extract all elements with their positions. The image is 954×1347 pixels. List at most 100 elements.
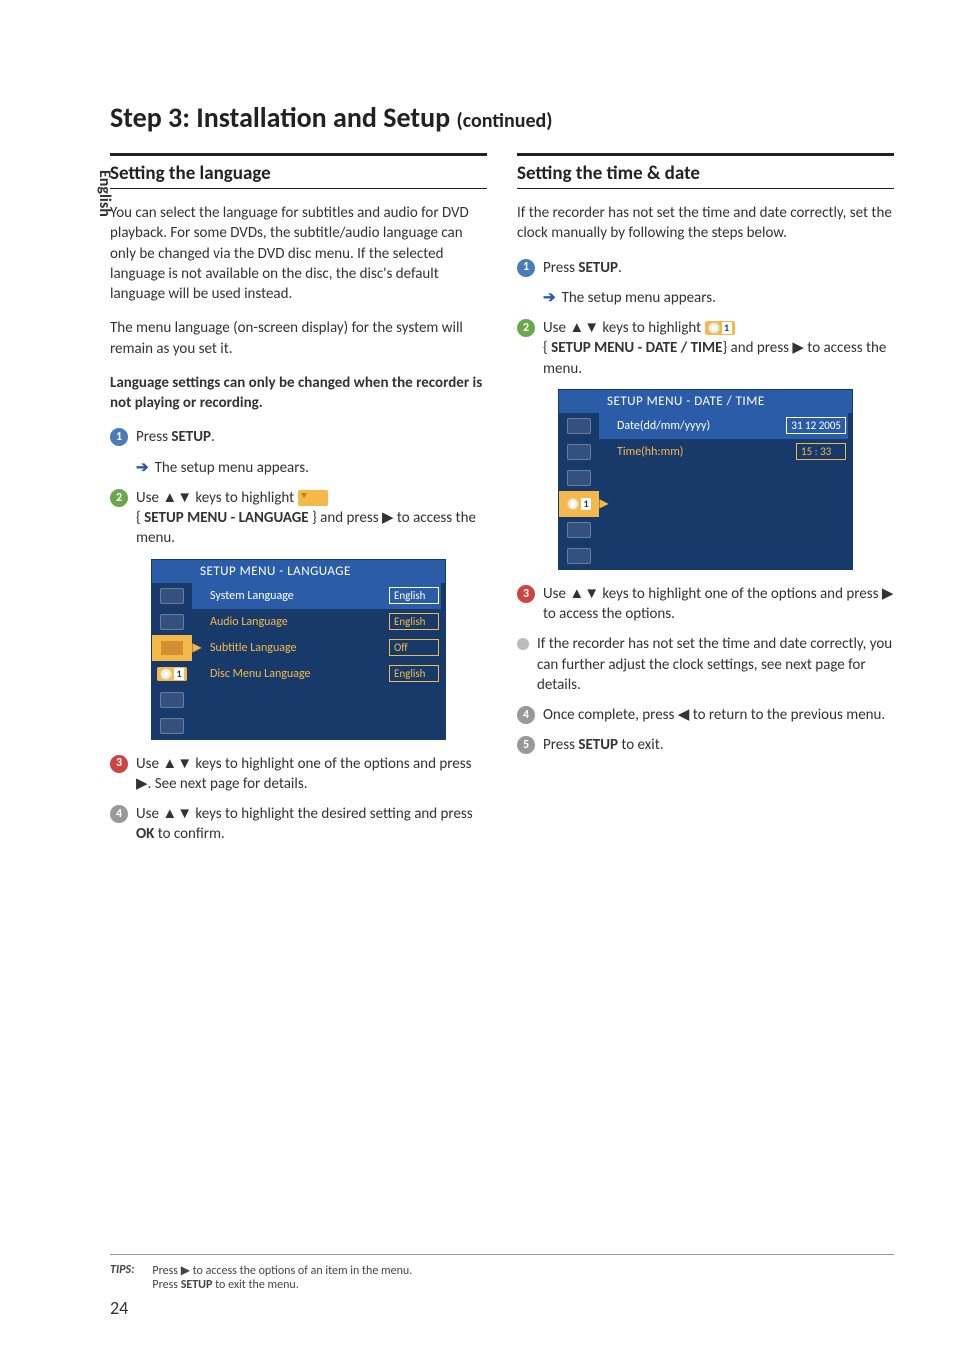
step-badge-3: 3 bbox=[517, 585, 535, 603]
menu-row-audio-language: Audio Language English bbox=[192, 609, 441, 635]
r-step1-c: . bbox=[618, 259, 622, 277]
caret-icon: ▶ bbox=[192, 640, 202, 655]
r-step5-b: SETUP bbox=[578, 736, 618, 754]
step-badge-5: 5 bbox=[517, 736, 535, 754]
menu-tab-icon-5 bbox=[160, 692, 184, 708]
result-arrow-icon: ➔ bbox=[136, 458, 149, 478]
step-1-r: 1 Press SETUP. bbox=[517, 258, 894, 278]
title-continued: (continued) bbox=[456, 109, 552, 133]
bullet-text: If the recorder has not set the time and… bbox=[537, 634, 894, 695]
step4-text-c: to confirm. bbox=[154, 825, 224, 843]
menu-row-date: Date(dd/mm/yyyy) 31 12 2005 bbox=[599, 413, 848, 439]
datetime-menu-icon: 1 bbox=[705, 321, 735, 335]
menu-tab-icon-3 bbox=[567, 470, 591, 486]
menu-row-caret: ▶ bbox=[599, 491, 848, 517]
r-step5-a: Press bbox=[543, 736, 578, 754]
step1-text-a: Press bbox=[136, 428, 171, 446]
step-badge-2: 2 bbox=[110, 489, 128, 507]
menu-row-disc-menu-language: Disc Menu Language English bbox=[192, 661, 441, 687]
step-1: 1 Press SETUP. bbox=[110, 427, 487, 447]
menu-value: 31 12 2005 bbox=[786, 417, 846, 434]
menu-icon-column: 1 bbox=[559, 413, 599, 569]
menu-label: Date(dd/mm/yyyy) bbox=[615, 419, 780, 433]
menu-row-system-language: System Language English bbox=[192, 583, 441, 609]
menu-tab-icon-6 bbox=[567, 548, 591, 564]
menu-language-title: SETUP MENU - LANGUAGE bbox=[152, 560, 445, 583]
warning-text: Language settings can only be changed wh… bbox=[110, 373, 487, 414]
step1-text-b: SETUP bbox=[171, 428, 211, 446]
step3-text: Use ▲▼ keys to highlight one of the opti… bbox=[136, 754, 487, 795]
step-badge-1: 1 bbox=[517, 259, 535, 277]
r-step1-sub: The setup menu appears. bbox=[562, 288, 716, 308]
menu-label: Subtitle Language bbox=[208, 641, 383, 655]
page-title: Step 3: Installation and Setup (continue… bbox=[110, 100, 894, 135]
menu-tab-icon-1 bbox=[567, 418, 591, 434]
menu-tab-icon-2 bbox=[160, 614, 184, 630]
step-5-r: 5 Press SETUP to exit. bbox=[517, 735, 894, 755]
r-step1-b: SETUP bbox=[578, 259, 618, 277]
menu-label: System Language bbox=[208, 589, 383, 603]
step1-sub: The setup menu appears. bbox=[155, 458, 309, 478]
menu-label: Disc Menu Language bbox=[208, 667, 383, 681]
menu-tab-icon-6 bbox=[160, 718, 184, 734]
step-badge-2: 2 bbox=[517, 319, 535, 337]
title-main: Step 3: Installation and Setup bbox=[110, 100, 450, 135]
menu-value: English bbox=[389, 613, 439, 630]
disc-index-icon: 1 bbox=[157, 667, 187, 681]
step4-text-a: Use ▲▼ keys to highlight the desired set… bbox=[136, 805, 473, 823]
tips-label: TIPS: bbox=[110, 1263, 134, 1292]
language-menu-icon bbox=[298, 490, 328, 506]
menu-value: English bbox=[389, 665, 439, 682]
menu-language: SETUP MENU - LANGUAGE 1 System Language bbox=[151, 559, 446, 740]
menu-row-subtitle-language: ▶ Subtitle Language Off bbox=[192, 635, 441, 661]
tips-line2-b: SETUP bbox=[181, 1278, 213, 1292]
menu-tab-icon-5 bbox=[567, 522, 591, 538]
r-step3-text: Use ▲▼ keys to highlight one of the opti… bbox=[543, 584, 894, 625]
r-step2-c: SETUP MENU - DATE / TIME bbox=[551, 339, 722, 357]
r-step1-a: Press bbox=[543, 259, 578, 277]
step-badge-4: 4 bbox=[110, 805, 128, 823]
tips-content: Press ▶ to access the options of an item… bbox=[152, 1263, 412, 1292]
section-heading-language: Setting the language bbox=[110, 153, 487, 189]
step-2: 2 Use ▲▼ keys to highlight { SETUP MENU … bbox=[110, 488, 487, 549]
step-1-r-result: ➔ The setup menu appears. bbox=[543, 288, 894, 308]
r-step5-c: to exit. bbox=[618, 736, 664, 754]
tips-box: TIPS: Press ▶ to access the options of a… bbox=[110, 1254, 894, 1292]
right-column: Setting the time & date If the recorder … bbox=[517, 153, 894, 855]
bullet-icon bbox=[517, 638, 529, 650]
step2-text-b: { bbox=[136, 509, 144, 527]
step2-text-c: SETUP MENU - LANGUAGE bbox=[144, 509, 309, 527]
disc-index-icon: 1 bbox=[564, 497, 594, 511]
bullet-note: If the recorder has not set the time and… bbox=[517, 634, 894, 695]
step-2-r: 2 Use ▲▼ keys to highlight 1 { SETUP MEN… bbox=[517, 318, 894, 379]
tips-line2-c: to exit the menu. bbox=[212, 1278, 298, 1292]
menu-datetime: SETUP MENU - DATE / TIME 1 Date(dd/mm/y bbox=[558, 389, 853, 570]
intro-text-datetime: If the recorder has not set the time and… bbox=[517, 203, 894, 244]
step-4: 4 Use ▲▼ keys to highlight the desired s… bbox=[110, 804, 487, 845]
menu-value: English bbox=[389, 587, 439, 604]
menu-tab-icon-3 bbox=[160, 640, 184, 656]
step-badge-1: 1 bbox=[110, 428, 128, 446]
intro-text-1: You can select the language for subtitle… bbox=[110, 203, 487, 304]
step-3: 3 Use ▲▼ keys to highlight one of the op… bbox=[110, 754, 487, 795]
left-column: Setting the language You can select the … bbox=[110, 153, 487, 855]
r-step4-text: Once complete, press ◀ to return to the … bbox=[543, 705, 894, 725]
section-heading-datetime: Setting the time & date bbox=[517, 153, 894, 189]
menu-label: Time(hh:mm) bbox=[615, 445, 790, 459]
language-tab: English bbox=[95, 170, 114, 217]
step-4-r: 4 Once complete, press ◀ to return to th… bbox=[517, 705, 894, 725]
page-number: 24 bbox=[110, 1297, 128, 1319]
r-step2-a: Use ▲▼ keys to highlight bbox=[543, 319, 705, 337]
menu-label: Audio Language bbox=[208, 615, 383, 629]
menu-row-time: Time(hh:mm) 15 : 33 bbox=[599, 439, 848, 465]
step1-text-c: . bbox=[211, 428, 215, 446]
result-arrow-icon: ➔ bbox=[543, 288, 556, 308]
tips-line2-a: Press bbox=[152, 1278, 180, 1292]
menu-icon-column: 1 bbox=[152, 583, 192, 739]
step2-text-a: Use ▲▼ keys to highlight bbox=[136, 489, 298, 507]
menu-value: 15 : 33 bbox=[796, 443, 846, 460]
intro-text-2: The menu language (on-screen display) fo… bbox=[110, 318, 487, 359]
menu-tab-icon-2 bbox=[567, 444, 591, 460]
caret-icon: ▶ bbox=[599, 496, 609, 511]
r-step2-b: { bbox=[543, 339, 551, 357]
